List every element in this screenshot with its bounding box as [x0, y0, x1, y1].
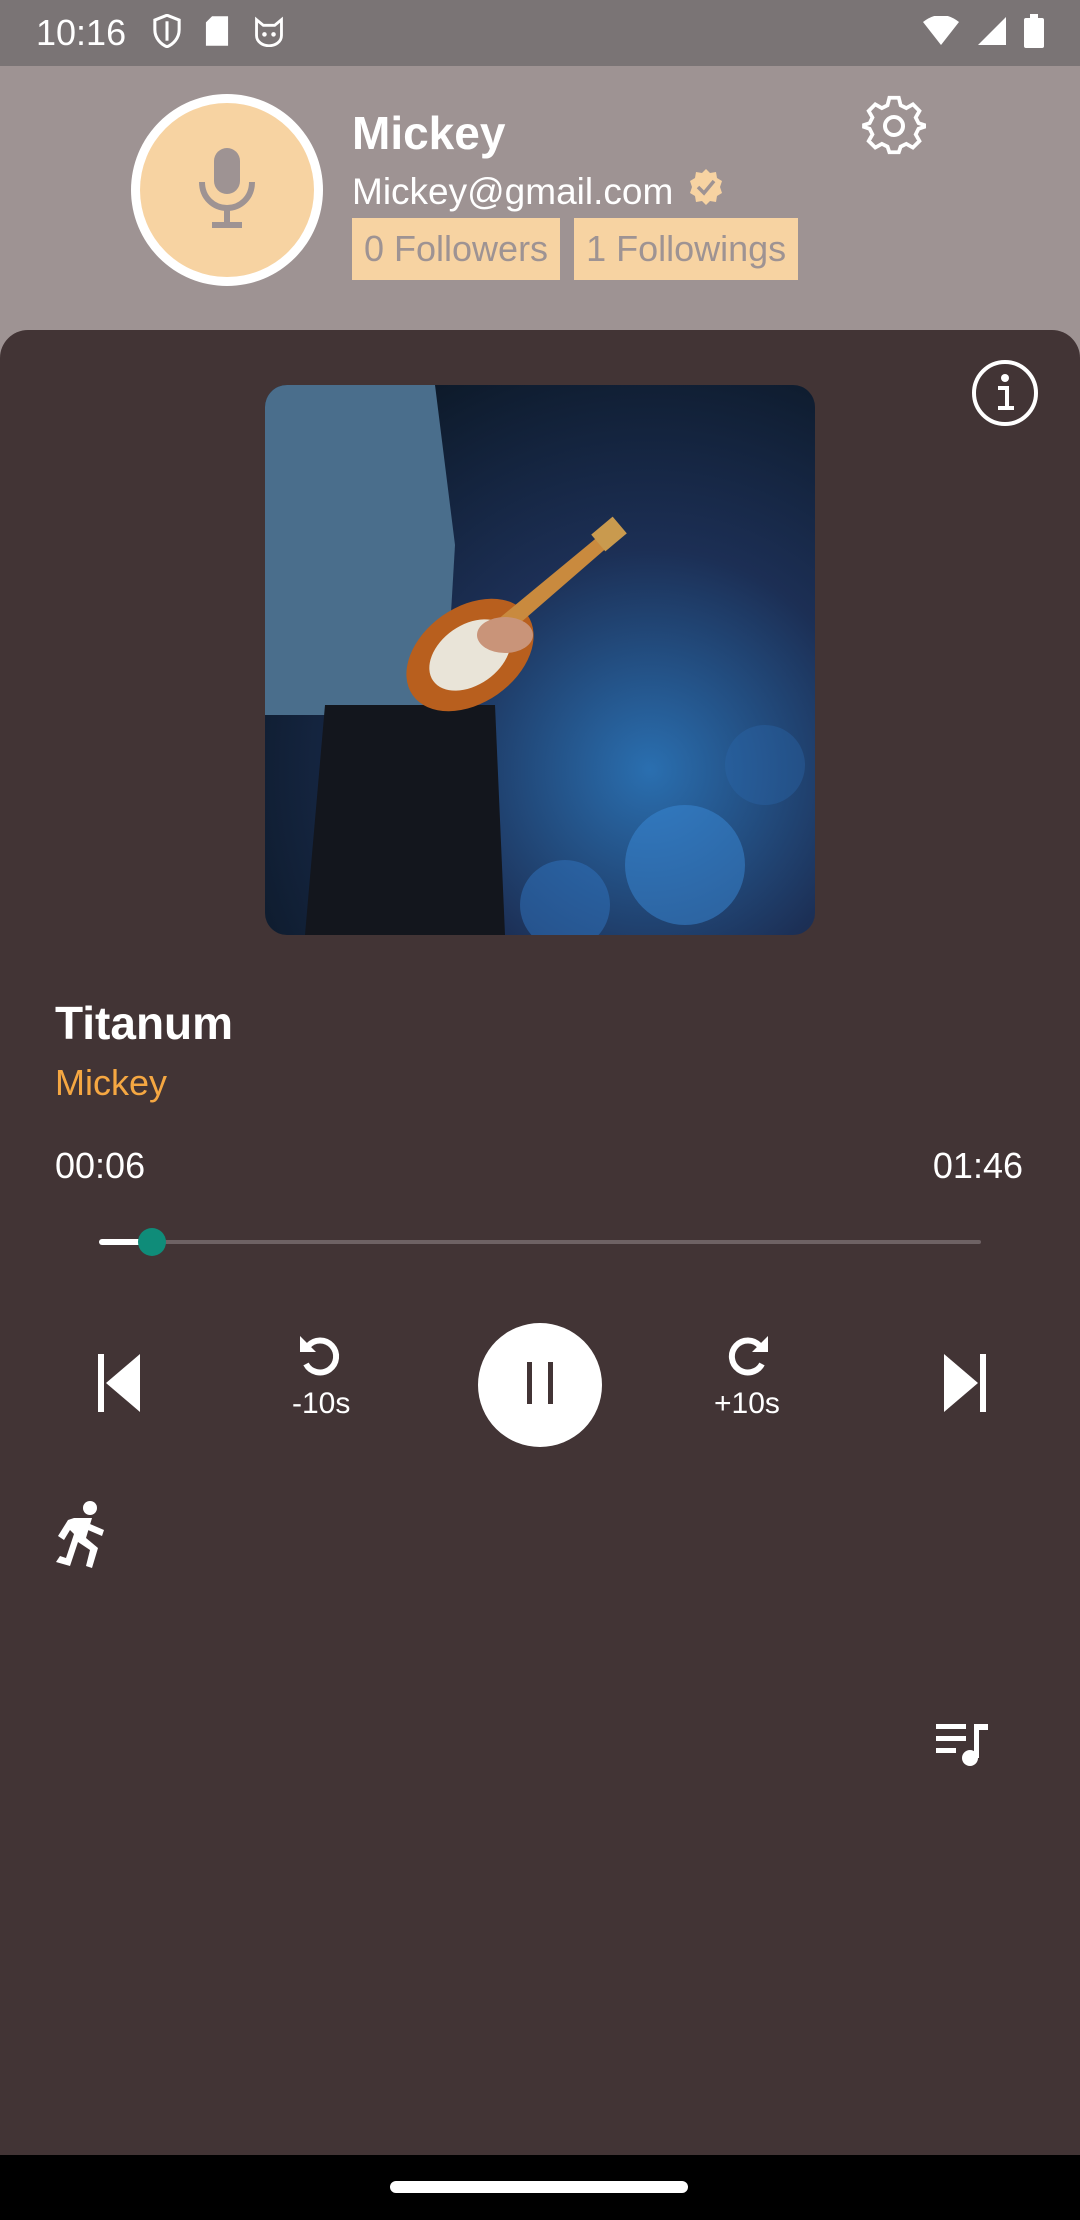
status-bar: 10:16 [0, 0, 1080, 66]
followings-badge[interactable]: 1 Followings [574, 218, 799, 280]
forward-10-icon [722, 1334, 772, 1385]
sd-card-icon [204, 15, 230, 52]
home-gesture-handle[interactable] [390, 2181, 688, 2193]
profile-name: Mickey [352, 107, 506, 159]
time-total: 01:46 [932, 1145, 1023, 1186]
verified-check-icon [687, 168, 725, 215]
skip-next-icon [942, 1352, 988, 1419]
progress-thumb[interactable] [137, 1228, 166, 1256]
microphone-icon [196, 146, 258, 235]
replay-10-icon [296, 1334, 346, 1385]
forward-label: +10s [714, 1387, 780, 1420]
wifi-icon [922, 14, 960, 51]
queue-music-icon [932, 1724, 992, 1774]
signal-icon [976, 15, 1008, 52]
forward-10-button[interactable]: +10s [714, 1334, 780, 1421]
playback-speed-button[interactable] [52, 1500, 116, 1570]
progress-track[interactable] [99, 1240, 981, 1244]
skip-next-button[interactable] [942, 1352, 988, 1419]
skip-previous-button[interactable] [96, 1352, 142, 1419]
settings-button[interactable] [862, 94, 927, 158]
profile-header: Mickey Mickey@gmail.com 0 Followers 1 Fo… [0, 66, 1080, 330]
skip-previous-icon [96, 1352, 142, 1419]
shield-icon [152, 13, 182, 53]
running-person-icon [52, 1501, 112, 1574]
profile-email: Mickey@gmail.com [352, 170, 674, 212]
followers-badge[interactable]: 0 Followers [352, 218, 561, 280]
rewind-label: -10s [292, 1387, 351, 1420]
profile-email-row: Mickey@gmail.com [352, 168, 725, 215]
pause-button[interactable] [478, 1323, 602, 1447]
gear-icon [862, 95, 927, 162]
time-current: 00:06 [55, 1145, 146, 1186]
song-artist[interactable]: Mickey [55, 1062, 167, 1104]
pause-icon [525, 1361, 555, 1409]
status-time: 10:16 [36, 12, 127, 53]
album-art [265, 385, 815, 935]
battery-icon [1024, 13, 1044, 53]
info-icon [970, 360, 1040, 432]
info-button[interactable] [970, 358, 1040, 428]
queue-button[interactable] [932, 1720, 992, 1770]
cat-icon [252, 15, 286, 52]
rewind-10-button[interactable]: -10s [292, 1334, 350, 1421]
song-title: Titanum [55, 997, 234, 1049]
avatar[interactable] [131, 94, 323, 286]
